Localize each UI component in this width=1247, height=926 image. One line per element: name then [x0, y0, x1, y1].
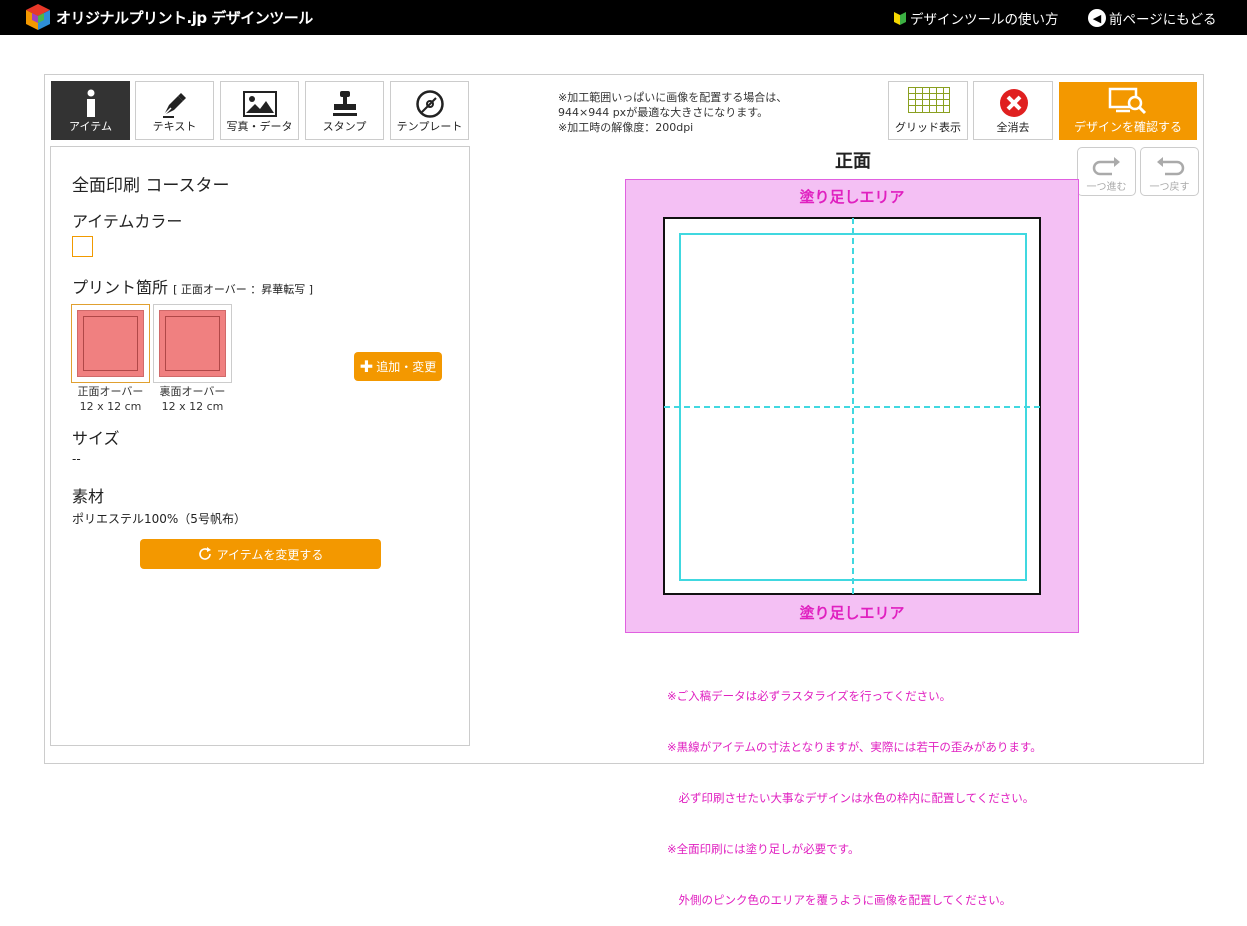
monitor-search-icon — [1108, 87, 1147, 115]
bleed-label-top: 塗り足しエリア — [799, 188, 905, 206]
item-name: 全面印刷 コースター — [72, 176, 230, 196]
note-line: ※黒線がアイテムの寸法となりますが、実際には若干の歪みがあります。 — [667, 740, 1042, 754]
design-canvas[interactable]: 塗り足しエリア 塗り足しエリア — [625, 179, 1079, 633]
bleed-label-bottom: 塗り足しエリア — [799, 604, 905, 622]
item-color-swatch[interactable] — [72, 236, 93, 257]
note-line: ※加工範囲いっぱいに画像を配置する場合は、 — [558, 91, 788, 104]
disc-icon — [391, 88, 468, 120]
print-heading-text: プリント箇所 — [72, 278, 169, 297]
material-heading: 素材 — [72, 487, 105, 506]
tab-item[interactable]: アイテム — [51, 81, 130, 140]
stamp-icon — [306, 88, 383, 120]
top-bar: オリジナルプリント.jp デザインツール デザインツールの使い方 ◀ 前ページに… — [0, 0, 1247, 35]
note-line: 必ず印刷させたい大事なデザインは水色の枠内に配置してください。 — [667, 791, 1035, 805]
confirm-design-button[interactable]: デザインを確認する — [1059, 82, 1197, 140]
plus-icon: ✚ — [359, 356, 374, 376]
back-link[interactable]: ◀ 前ページにもどる — [1088, 8, 1216, 28]
size-value: -- — [72, 452, 81, 466]
notes-top: ※加工範囲いっぱいに画像を配置する場合は、 944×944 pxが最適な大きさに… — [558, 90, 787, 135]
grid-label: グリッド表示 — [895, 121, 961, 134]
tab-label: アイテム — [69, 120, 112, 133]
app-title[interactable]: オリジナルプリント.jp デザインツール — [56, 7, 313, 28]
clear-all-label: 全消去 — [996, 121, 1030, 134]
notes-bottom: ※ご入稿データは必ずラスタライズを行ってください。 ※黒線がアイテムの寸法となり… — [667, 654, 1042, 926]
print-position-back-label: 裏面オーバー 12 x 12 cm — [153, 384, 232, 414]
beginner-mark-icon — [894, 12, 906, 25]
close-icon — [1000, 89, 1028, 117]
tab-text[interactable]: テキスト — [135, 81, 214, 140]
back-thumbnail — [159, 310, 226, 377]
undo-arrow-icon — [1157, 157, 1185, 176]
add-change-button[interactable]: ✚ 追加・変更 — [354, 352, 442, 381]
print-position-front-label: 正面オーバー 12 x 12 cm — [71, 384, 150, 414]
info-icon — [52, 88, 129, 120]
position-name: 正面オーバー — [77, 385, 144, 398]
change-item-button[interactable]: アイテムを変更する — [140, 539, 381, 569]
face-title: 正面 — [835, 151, 871, 172]
note-line: ※加工時の解像度：200dpi — [558, 121, 694, 134]
tab-photo[interactable]: 写真・データ — [220, 81, 299, 140]
tab-stamp[interactable]: スタンプ — [305, 81, 384, 140]
undo-button[interactable]: 一つ戻す — [1140, 147, 1199, 196]
image-icon — [221, 88, 298, 120]
clear-all-button[interactable]: 全消去 — [973, 81, 1053, 140]
grid-toggle-button[interactable]: グリッド表示 — [888, 81, 968, 140]
color-heading: アイテムカラー — [72, 212, 183, 231]
print-position-back[interactable] — [153, 304, 232, 383]
grid-icon — [908, 87, 950, 113]
redo-button[interactable]: 一つ進む — [1077, 147, 1136, 196]
note-line: 外側のピンク色のエリアを覆うように画像を配置してください。 — [667, 893, 1012, 907]
position-name: 裏面オーバー — [159, 385, 226, 398]
refresh-icon — [198, 547, 211, 560]
trim-area — [663, 217, 1041, 595]
note-line: 944×944 pxが最適な大きさになります。 — [558, 106, 769, 119]
pen-icon — [136, 88, 213, 120]
howto-link[interactable]: デザインツールの使い方 — [893, 8, 1059, 28]
note-line: ※全面印刷には塗り足しが必要です。 — [667, 842, 860, 856]
front-thumbnail — [77, 310, 144, 377]
undo-label: 一つ戻す — [1149, 182, 1190, 193]
redo-label: 一つ進む — [1086, 182, 1127, 193]
back-arrow-icon: ◀ — [1088, 9, 1106, 27]
tab-label: テキスト — [152, 120, 197, 133]
redo-arrow-icon — [1092, 157, 1120, 176]
logo-cube-icon — [26, 4, 50, 30]
print-position-front[interactable] — [71, 304, 150, 383]
position-size: 12 x 12 cm — [79, 400, 142, 413]
size-heading: サイズ — [72, 429, 120, 448]
back-label: 前ページにもどる — [1109, 12, 1217, 28]
tab-template[interactable]: テンプレート — [390, 81, 469, 140]
change-item-label: アイテムを変更する — [216, 547, 324, 562]
print-method: [ 正面オーバー ：昇華転写 ] — [173, 283, 314, 296]
tab-label: スタンプ — [322, 120, 367, 133]
material-value: ポリエステル100%（5号帆布） — [72, 512, 246, 526]
item-panel: 全面印刷 コースター アイテムカラー プリント箇所 [ 正面オーバー ：昇華転写… — [50, 146, 470, 746]
position-size: 12 x 12 cm — [161, 400, 224, 413]
add-change-label: 追加・変更 — [376, 360, 437, 374]
print-heading: プリント箇所 [ 正面オーバー ：昇華転写 ] — [72, 274, 313, 298]
tab-label: テンプレート — [396, 120, 463, 133]
tab-label: 写真・データ — [226, 120, 293, 133]
note-line: ※ご入稿データは必ずラスタライズを行ってください。 — [667, 689, 952, 703]
howto-label: デザインツールの使い方 — [910, 12, 1059, 28]
confirm-label: デザインを確認する — [1073, 120, 1182, 134]
center-guide-horizontal — [664, 406, 1040, 408]
